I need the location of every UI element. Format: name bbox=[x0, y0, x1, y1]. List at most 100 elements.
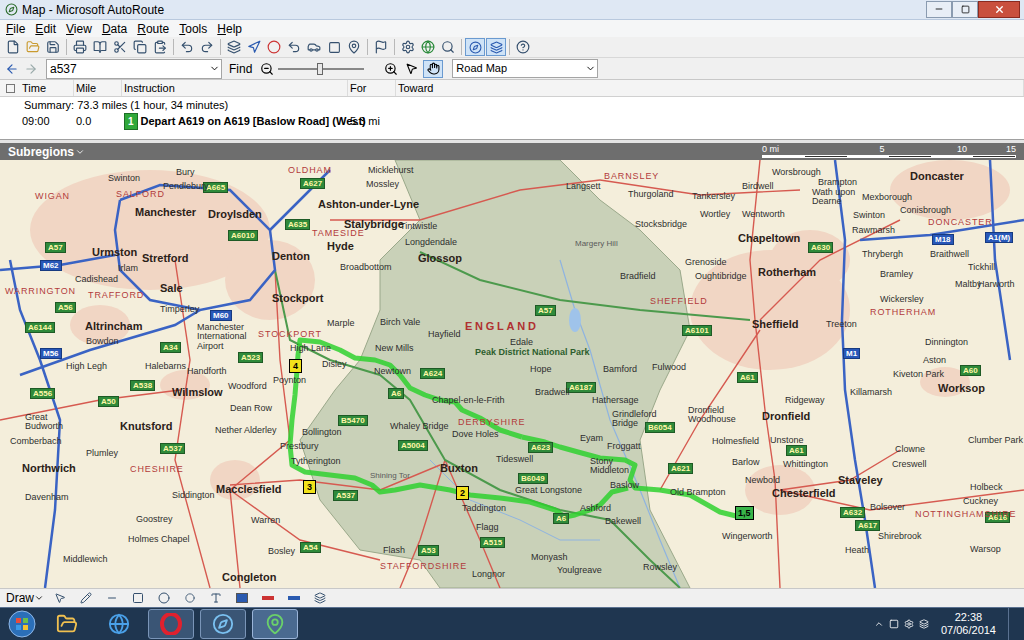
place-label[interactable]: Chapel-en-le-Frith bbox=[432, 396, 505, 406]
place-label[interactable]: Dronfield Woodhouse bbox=[688, 406, 750, 425]
copy-icon[interactable] bbox=[130, 38, 150, 56]
place-label[interactable]: Maltby bbox=[955, 280, 982, 290]
line-icon[interactable] bbox=[102, 589, 122, 607]
place-label[interactable]: Whittington bbox=[783, 460, 828, 470]
place-label[interactable]: Barlow bbox=[732, 458, 760, 468]
open-icon[interactable] bbox=[23, 38, 43, 56]
font-color-icon[interactable] bbox=[284, 589, 304, 607]
route-planner-icon[interactable] bbox=[244, 38, 264, 56]
place-label[interactable]: Great Longstone bbox=[515, 486, 582, 496]
dropdown-icon[interactable] bbox=[583, 63, 597, 74]
route-marker[interactable]: 3 bbox=[303, 480, 316, 494]
place-label[interactable]: ROTHERHAM bbox=[870, 308, 936, 318]
dropdown-icon[interactable] bbox=[207, 63, 221, 74]
place-label[interactable]: Heath bbox=[845, 546, 869, 556]
circle-icon[interactable] bbox=[180, 589, 200, 607]
back-icon[interactable] bbox=[4, 62, 20, 76]
place-label[interactable]: High Legh bbox=[66, 362, 107, 372]
map-view-icon[interactable] bbox=[465, 38, 485, 56]
place-label[interactable]: Pendlebury bbox=[163, 182, 209, 192]
place-label[interactable]: CHESHIRE bbox=[130, 465, 184, 475]
draw-menu[interactable]: Draw bbox=[6, 589, 44, 607]
place-label[interactable]: Fulwood bbox=[652, 363, 686, 373]
place-label[interactable]: Unstone bbox=[770, 436, 804, 446]
place-label[interactable]: Ridgeway bbox=[785, 396, 825, 406]
globe-icon[interactable] bbox=[418, 38, 438, 56]
search-icon[interactable] bbox=[438, 38, 458, 56]
place-label[interactable]: Northwich bbox=[22, 462, 76, 474]
fill-color-icon[interactable] bbox=[232, 589, 252, 607]
place-label[interactable]: Longdendale bbox=[405, 238, 457, 248]
place-label[interactable]: Eyam bbox=[580, 434, 603, 444]
place-label[interactable]: STAFFORDSHIRE bbox=[380, 562, 467, 572]
place-label[interactable]: Clumber Park bbox=[968, 436, 1024, 445]
line-color-icon[interactable] bbox=[258, 589, 278, 607]
place-label[interactable]: WARRINGTON bbox=[5, 287, 76, 297]
place-label[interactable]: Bradfield bbox=[620, 272, 656, 282]
place-label[interactable]: Bradwell bbox=[535, 388, 570, 398]
book-icon[interactable] bbox=[90, 38, 110, 56]
highlight-icon[interactable] bbox=[324, 38, 344, 56]
chevron-icon[interactable] bbox=[75, 147, 85, 157]
place-label[interactable]: Bamford bbox=[603, 365, 637, 375]
place-label[interactable]: Poynton bbox=[273, 376, 306, 386]
place-label[interactable]: Tintwistle bbox=[400, 222, 437, 232]
place-label[interactable]: Bramley bbox=[880, 270, 913, 280]
place-label[interactable]: Goostrey bbox=[136, 515, 173, 525]
show-desktop-button[interactable] bbox=[1008, 608, 1018, 640]
turn-icon[interactable] bbox=[284, 38, 304, 56]
place-label[interactable]: Holmes Chapel bbox=[128, 535, 190, 545]
save-icon[interactable] bbox=[43, 38, 63, 56]
place-label[interactable]: Urmston bbox=[92, 246, 137, 258]
place-label[interactable]: Warsop bbox=[970, 545, 1001, 555]
place-label[interactable]: Youlgreave bbox=[557, 566, 602, 576]
place-label[interactable]: Dinnington bbox=[925, 338, 968, 348]
place-label[interactable]: Comberbach bbox=[10, 437, 62, 447]
map-canvas[interactable]: A665A627A635A6010M62A57A56M60A6144M56A34… bbox=[0, 160, 1024, 588]
place-label[interactable]: ENGLAND bbox=[465, 320, 539, 332]
place-label[interactable]: Plumley bbox=[86, 449, 118, 459]
new-icon[interactable] bbox=[3, 38, 23, 56]
place-label[interactable]: Tankersley bbox=[692, 192, 735, 202]
place-label[interactable]: Treeton bbox=[826, 320, 857, 330]
place-label[interactable]: Rawmarsh bbox=[852, 226, 895, 236]
place-label[interactable]: Stretford bbox=[142, 252, 188, 264]
route-marker[interactable]: 4 bbox=[289, 359, 302, 373]
autoroute-taskbar-icon[interactable] bbox=[252, 609, 298, 639]
ie-taskbar-icon[interactable] bbox=[96, 609, 142, 639]
settings-icon[interactable] bbox=[398, 38, 418, 56]
expand-icon[interactable] bbox=[0, 84, 20, 93]
text-icon[interactable] bbox=[206, 589, 226, 607]
direction-row[interactable]: 09:000.01Depart A619 on A619 [Baslow Roa… bbox=[0, 113, 1024, 130]
explorer-taskbar-icon[interactable] bbox=[44, 609, 90, 639]
pencil-icon[interactable] bbox=[76, 589, 96, 607]
place-label[interactable]: Congleton bbox=[222, 571, 276, 583]
place-label[interactable]: Newtown bbox=[374, 367, 411, 377]
place-label[interactable]: Mossley bbox=[366, 180, 399, 190]
place-label[interactable]: TRAFFORD bbox=[88, 291, 144, 301]
place-label[interactable]: Whaley Bridge bbox=[390, 422, 452, 431]
place-label[interactable]: WIGAN bbox=[35, 192, 70, 202]
opera-taskbar-icon[interactable] bbox=[148, 609, 194, 639]
overview-icon[interactable] bbox=[486, 38, 506, 56]
menu-item[interactable]: Tools bbox=[179, 20, 207, 38]
undo-icon[interactable] bbox=[177, 38, 197, 56]
place-label[interactable]: Birch Vale bbox=[380, 318, 442, 327]
place-label[interactable]: Wingerworth bbox=[722, 532, 773, 542]
paste-icon[interactable] bbox=[150, 38, 170, 56]
place-label[interactable]: Hayfield bbox=[428, 330, 461, 340]
find-button[interactable]: Find bbox=[225, 60, 256, 78]
place-label[interactable]: Stocksbridge bbox=[635, 220, 687, 230]
place-label[interactable]: Knutsford bbox=[120, 420, 173, 432]
place-label[interactable]: Siddington bbox=[172, 491, 215, 501]
hand-icon[interactable] bbox=[423, 60, 443, 78]
place-label[interactable]: Handforth bbox=[187, 367, 227, 377]
place-label[interactable]: Manchester International Airport bbox=[197, 323, 259, 351]
place-label[interactable]: High Lane bbox=[290, 344, 331, 354]
place-label[interactable]: Cadishead bbox=[75, 275, 118, 285]
place-label[interactable]: Woodford bbox=[228, 382, 267, 392]
place-label[interactable]: Longnor bbox=[472, 570, 505, 580]
place-label[interactable]: Aston bbox=[923, 356, 946, 366]
forward-icon[interactable] bbox=[23, 62, 39, 76]
place-label[interactable]: Worsbrough bbox=[772, 168, 821, 178]
